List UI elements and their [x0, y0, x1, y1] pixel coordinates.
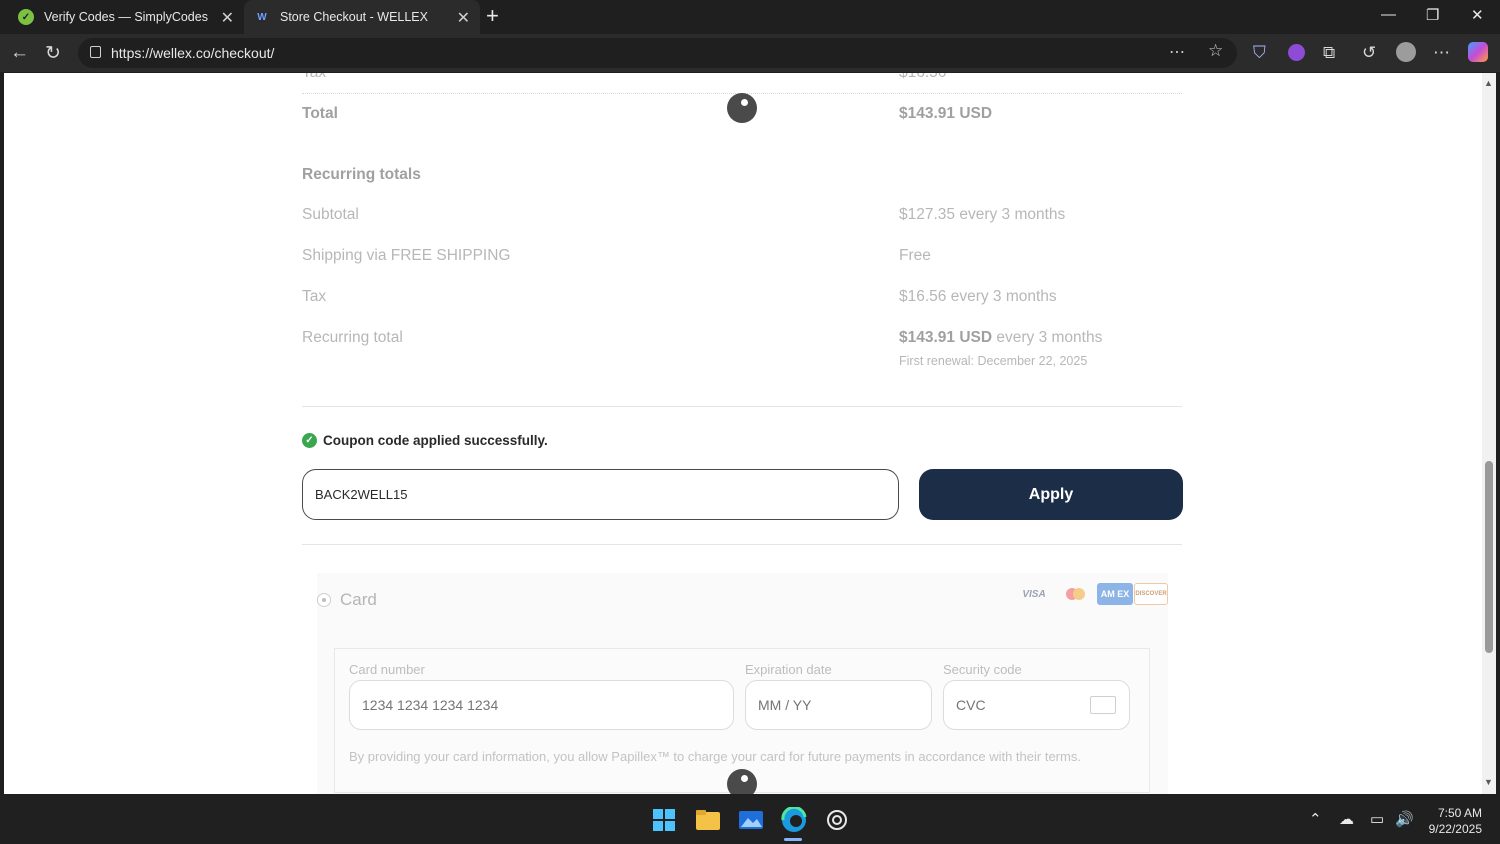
summary-total-value: $143.91 USD	[899, 105, 993, 122]
volume-icon[interactable]: 🔊	[1395, 810, 1414, 828]
cvc-card-icon	[1090, 696, 1116, 714]
extensions-puzzle-icon[interactable]: ⧉	[1323, 43, 1335, 63]
recurring-total-amount: $143.91 USD	[899, 329, 993, 346]
back-icon[interactable]: ←	[10, 42, 29, 64]
minimize-icon[interactable]: —	[1381, 6, 1396, 23]
mastercard-icon	[1058, 583, 1092, 605]
refresh-icon[interactable]: ↻	[45, 42, 61, 65]
recurring-subtotal-label: Subtotal	[302, 206, 359, 223]
scrollbar-thumb[interactable]	[1485, 461, 1493, 653]
clock-date: 9/22/2025	[1428, 822, 1482, 836]
recurring-shipping-label: Shipping via FREE SHIPPING	[302, 247, 511, 264]
address-bar[interactable]: https://wellex.co/checkout/ ⋯ ☆	[78, 38, 1237, 68]
discover-icon: DISCOVER	[1134, 583, 1168, 605]
payment-method-card: Card VISA AM EX DISCOVER Card number Exp…	[317, 573, 1168, 794]
system-clock[interactable]: 7:50 AM 9/22/2025	[1420, 805, 1482, 837]
card-number-input[interactable]	[349, 680, 734, 730]
new-tab-button[interactable]: +	[486, 3, 499, 29]
tab-wellex[interactable]: W Store Checkout - WELLEX ✕	[244, 0, 480, 34]
coupon-success-message: ✓ Coupon code applied successfully.	[302, 433, 548, 448]
expiry-label: Expiration date	[745, 662, 832, 677]
shield-extension-icon[interactable]: ⛉	[1253, 43, 1266, 63]
tab-title: Store Checkout - WELLEX	[280, 10, 428, 24]
scroll-down-icon[interactable]: ▼	[1484, 777, 1493, 787]
check-circle-icon: ✓	[302, 433, 317, 448]
recurring-tax-value: $16.56 every 3 months	[899, 288, 1057, 305]
url-text[interactable]: https://wellex.co/checkout/	[111, 45, 274, 61]
photos-icon[interactable]	[737, 806, 765, 834]
recurring-shipping-value: Free	[899, 247, 931, 264]
recurring-total-label: Recurring total	[302, 329, 403, 346]
summary-tax-value: $16.56	[899, 73, 946, 82]
expiry-input[interactable]	[745, 680, 932, 730]
page-viewport: Tax $16.56 Total $143.91 USD Recurring t…	[4, 73, 1482, 794]
show-hidden-icons-chevron-icon[interactable]: ⌃	[1309, 810, 1322, 828]
menu-dots-icon[interactable]: ⋯	[1433, 43, 1450, 63]
profile-avatar-icon[interactable]	[1396, 42, 1416, 62]
tab-simplycodes[interactable]: ✓ Verify Codes — SimplyCodes ✕	[0, 0, 244, 34]
card-method-label: Card	[340, 590, 377, 609]
copilot-icon[interactable]	[1468, 42, 1488, 62]
scroll-up-icon[interactable]: ▲	[1484, 78, 1493, 88]
recurring-subtotal-value: $127.35 every 3 months	[899, 206, 1066, 223]
wellex-icon: W	[257, 11, 267, 23]
loading-spinner-icon	[727, 769, 757, 794]
favorite-star-icon[interactable]: ☆	[1208, 41, 1223, 61]
coupon-message-text: Coupon code applied successfully.	[323, 433, 548, 448]
divider	[302, 544, 1182, 545]
tab-strip: ✓ Verify Codes — SimplyCodes ✕ W Store C…	[0, 0, 1500, 34]
card-number-label: Card number	[349, 662, 425, 677]
recurring-total-suffix: every 3 months	[992, 329, 1103, 346]
card-terms-text: By providing your card information, you …	[349, 749, 1081, 764]
edge-browser-icon[interactable]	[780, 806, 808, 834]
apply-coupon-button[interactable]: Apply	[919, 469, 1183, 520]
loading-spinner-icon	[727, 93, 757, 123]
close-tab-icon[interactable]: ✕	[457, 8, 470, 28]
restore-icon[interactable]: ❐	[1426, 6, 1439, 24]
simplycodes-icon: ✓	[18, 9, 34, 25]
lock-icon	[90, 46, 101, 58]
history-icon[interactable]: ↺	[1362, 43, 1376, 63]
chatgpt-icon[interactable]	[823, 806, 851, 834]
windows-start-icon[interactable]	[650, 806, 678, 834]
windows-taskbar: ⌃ ☁ ▭ 🔊 7:50 AM 9/22/2025	[0, 796, 1500, 844]
visa-icon: VISA	[1022, 588, 1046, 600]
clock-time: 7:50 AM	[1437, 806, 1482, 820]
close-window-icon[interactable]: ✕	[1471, 6, 1484, 24]
recurring-total-value: $143.91 USD every 3 months	[899, 329, 1102, 347]
recurring-tax-label: Tax	[302, 288, 327, 305]
page-scrollbar[interactable]: ▲ ▼	[1482, 73, 1496, 794]
amex-icon: AM EX	[1097, 583, 1133, 605]
divider	[302, 406, 1182, 407]
browser-toolbar: ← ↻ https://wellex.co/checkout/ ⋯ ☆	[0, 34, 1500, 72]
active-app-indicator	[784, 838, 802, 841]
recurring-totals-heading: Recurring totals	[302, 166, 421, 183]
tab-title: Verify Codes — SimplyCodes	[44, 10, 208, 24]
network-icon[interactable]: ▭	[1370, 810, 1384, 828]
onedrive-cloud-icon[interactable]: ☁	[1339, 810, 1354, 828]
summary-total-label: Total	[302, 105, 338, 122]
cvc-label: Security code	[943, 662, 1022, 677]
file-explorer-icon[interactable]	[694, 806, 722, 834]
extension-icon[interactable]	[1288, 44, 1305, 61]
card-radio-button[interactable]	[317, 593, 331, 607]
coupon-code-input[interactable]	[302, 469, 899, 520]
close-tab-icon[interactable]: ✕	[221, 8, 234, 28]
summary-tax-label: Tax	[302, 73, 326, 82]
reader-icon[interactable]: ⋯	[1169, 42, 1185, 62]
first-renewal-date: First renewal: December 22, 2025	[899, 354, 1088, 368]
